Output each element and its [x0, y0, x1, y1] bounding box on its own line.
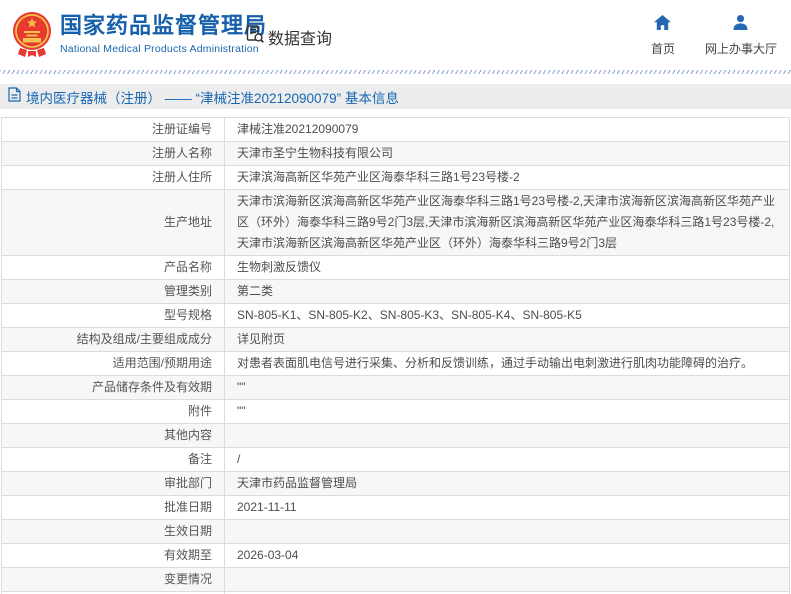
- table-row: 生产地址 天津市滨海新区滨海高新区华苑产业区海泰华科三路1号23号楼-2,天津市…: [2, 190, 790, 256]
- row-label: 变更情况: [164, 572, 212, 586]
- row-label: 适用范围/预期用途: [113, 356, 212, 370]
- data-query-label: 数据查询: [268, 25, 332, 49]
- row-value: 详见附页: [237, 332, 285, 346]
- row-label: 生产地址: [164, 215, 212, 229]
- row-label: 型号规格: [164, 308, 212, 322]
- table-row: 审批部门 天津市药品监督管理局: [2, 472, 790, 496]
- table-row: 有效期至 2026-03-04: [2, 544, 790, 568]
- table-row: 产品名称 生物刺激反馈仪: [2, 256, 790, 280]
- row-value: 天津市圣宁生物科技有限公司: [237, 146, 393, 160]
- table-row: 批准日期 2021-11-11: [2, 496, 790, 520]
- row-label: 附件: [188, 404, 212, 418]
- row-label: 批准日期: [164, 500, 212, 514]
- row-value: 2026-03-04: [237, 548, 298, 562]
- table-row: 结构及组成/主要组成成分 详见附页: [2, 328, 790, 352]
- row-value: 第二类: [237, 284, 273, 298]
- row-value: 对患者表面肌电信号进行采集、分析和反馈训练，通过手动输出电刺激进行肌肉功能障碍的…: [237, 356, 753, 370]
- home-icon: [654, 15, 671, 35]
- site-header: 国家药品监督管理局 National Medical Products Admi…: [0, 0, 791, 70]
- table-row: 产品储存条件及有效期 "": [2, 376, 790, 400]
- table-row: 其他内容: [2, 424, 790, 448]
- doc-search-icon: [245, 24, 265, 49]
- table-row: 管理类别 第二类: [2, 280, 790, 304]
- row-value: /: [237, 452, 240, 466]
- table-row: 型号规格 SN-805-K1、SN-805-K2、SN-805-K3、SN-80…: [2, 304, 790, 328]
- document-icon: [8, 87, 21, 107]
- nav-label-home: 首页: [651, 40, 675, 57]
- row-value: 天津滨海高新区华苑产业区海泰华科三路1号23号楼-2: [237, 170, 520, 184]
- page-title-bar: 境内医疗器械（注册） —— “津械注准20212090079” 基本信息: [0, 84, 791, 109]
- row-value: "": [237, 404, 246, 418]
- row-label: 注册证编号: [152, 122, 212, 136]
- row-value: 津械注准20212090079: [237, 122, 358, 136]
- org-name-en: National Medical Products Administration: [60, 43, 267, 55]
- table-row: 注册证编号 津械注准20212090079: [2, 118, 790, 142]
- row-value: 2021-11-11: [237, 500, 297, 514]
- national-emblem-icon: [12, 10, 52, 60]
- nav-item-service-hall[interactable]: 网上办事大厅: [705, 15, 777, 57]
- table-row: 附件 "": [2, 400, 790, 424]
- header-divider: [0, 70, 791, 74]
- nav-label-service-hall: 网上办事大厅: [705, 40, 777, 57]
- row-label: 审批部门: [164, 476, 212, 490]
- row-label: 备注: [188, 452, 212, 466]
- table-row: 生效日期: [2, 520, 790, 544]
- info-table-wrap: 注册证编号 津械注准20212090079 注册人名称 天津市圣宁生物科技有限公…: [1, 117, 790, 594]
- nav-item-home[interactable]: 首页: [651, 15, 675, 57]
- row-label: 生效日期: [164, 524, 212, 538]
- row-label: 产品储存条件及有效期: [92, 380, 212, 394]
- header-nav: 首页 网上办事大厅: [651, 15, 777, 57]
- org-name-cn: 国家药品监督管理局: [60, 13, 267, 39]
- row-label: 其他内容: [164, 428, 212, 442]
- table-row: 注册人住所 天津滨海高新区华苑产业区海泰华科三路1号23号楼-2: [2, 166, 790, 190]
- row-label: 注册人住所: [152, 170, 212, 184]
- org-name-block[interactable]: 国家药品监督管理局 National Medical Products Admi…: [60, 13, 267, 55]
- row-value: 生物刺激反馈仪: [237, 260, 321, 274]
- row-label: 有效期至: [164, 548, 212, 562]
- info-table-body: 注册证编号 津械注准20212090079 注册人名称 天津市圣宁生物科技有限公…: [2, 118, 790, 594]
- info-table: 注册证编号 津械注准20212090079 注册人名称 天津市圣宁生物科技有限公…: [1, 117, 790, 594]
- row-value: 天津市药品监督管理局: [237, 476, 357, 490]
- row-value: SN-805-K1、SN-805-K2、SN-805-K3、SN-805-K4、…: [237, 308, 582, 322]
- user-icon: [733, 15, 748, 35]
- row-label: 注册人名称: [152, 146, 212, 160]
- row-label: 结构及组成/主要组成成分: [77, 332, 212, 346]
- table-row: 变更情况: [2, 568, 790, 592]
- row-value: 天津市滨海新区滨海高新区华苑产业区海泰华科三路1号23号楼-2,天津市滨海新区滨…: [237, 194, 775, 250]
- table-row: 注册人名称 天津市圣宁生物科技有限公司: [2, 142, 790, 166]
- row-label: 产品名称: [164, 260, 212, 274]
- data-query-nav[interactable]: 数据查询: [245, 24, 332, 49]
- page-title: 境内医疗器械（注册） —— “津械注准20212090079” 基本信息: [26, 87, 399, 107]
- table-row: 备注 /: [2, 448, 790, 472]
- row-label: 管理类别: [164, 284, 212, 298]
- table-row: 适用范围/预期用途 对患者表面肌电信号进行采集、分析和反馈训练，通过手动输出电刺…: [2, 352, 790, 376]
- row-value: "": [237, 380, 246, 394]
